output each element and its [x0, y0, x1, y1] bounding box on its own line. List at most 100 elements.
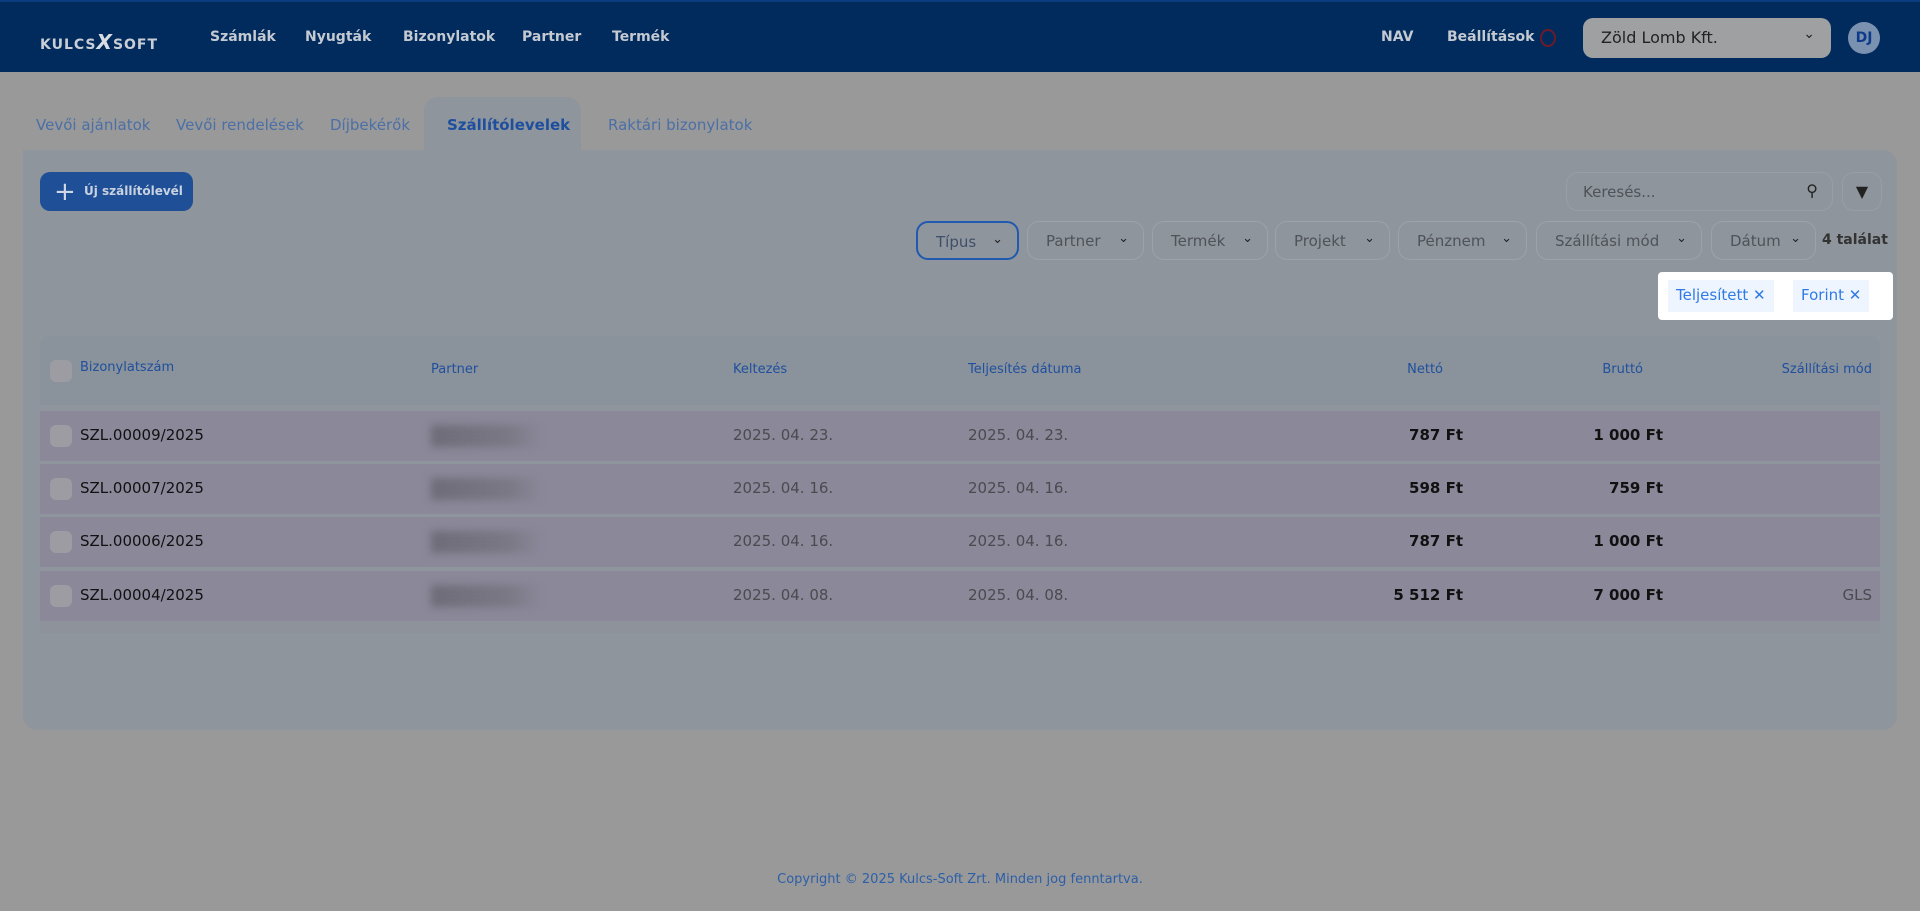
- filter-szallitasi-mod[interactable]: Szállítási mód ⌄: [1536, 221, 1702, 260]
- cell-id[interactable]: SZL.00006/2025: [80, 532, 204, 550]
- col-bizonylatszam[interactable]: Bizonylatszám: [80, 360, 174, 375]
- col-partner[interactable]: Partner: [431, 362, 478, 377]
- cell-fulfil-date: 2025. 04. 08.: [968, 586, 1069, 604]
- company-name: Zöld Lomb Kft.: [1601, 28, 1718, 47]
- cell-date: 2025. 04. 16.: [733, 479, 834, 497]
- table-footer-strip: [40, 621, 1880, 633]
- top-header: KULCSXSOFT Számlák Nyugták Bizonylatok P…: [0, 0, 1920, 72]
- filter-partner[interactable]: Partner ⌄: [1027, 221, 1144, 260]
- cell-net: 598 Ft: [1409, 479, 1463, 497]
- chip-label: Teljesített: [1676, 286, 1749, 304]
- close-icon[interactable]: ✕: [1849, 286, 1862, 304]
- search-icon: ⚲: [1806, 181, 1818, 200]
- company-select[interactable]: Zöld Lomb Kft. ⌄: [1583, 18, 1831, 58]
- filter-label: Termék: [1171, 232, 1226, 250]
- cell-gross: 759 Ft: [1609, 479, 1663, 497]
- cell-gross: 1 000 Ft: [1593, 426, 1663, 444]
- filter-label: Dátum: [1730, 232, 1781, 250]
- cell-net: 787 Ft: [1409, 426, 1463, 444]
- new-delivery-note-button[interactable]: + Új szállítólevél: [40, 172, 193, 211]
- chevron-down-icon: ⌄: [1364, 231, 1375, 246]
- chevron-down-icon: ⌄: [1118, 231, 1129, 246]
- col-szallitasi-mod[interactable]: Szállítási mód: [1730, 362, 1872, 377]
- filter-projekt[interactable]: Projekt ⌄: [1275, 221, 1390, 260]
- chevron-down-icon: ⌄: [1501, 231, 1512, 246]
- row-checkbox[interactable]: [50, 478, 72, 500]
- chevron-down-icon: ⌄: [1242, 231, 1253, 246]
- nav-termek[interactable]: Termék: [612, 29, 669, 45]
- logo-text: SOFT: [112, 37, 159, 53]
- nav-settings[interactable]: Beállítások: [1447, 29, 1534, 45]
- chip-forint[interactable]: Forint ✕: [1793, 280, 1870, 312]
- tab-szallitolevelek[interactable]: Szállítólevelek: [424, 97, 581, 153]
- nav-nav[interactable]: NAV: [1381, 29, 1413, 45]
- filter-datum[interactable]: Dátum ⌄: [1711, 221, 1816, 260]
- active-filter-chips: Teljesített ✕ Forint ✕: [1658, 272, 1893, 320]
- filter-label: Partner: [1046, 232, 1101, 250]
- notification-icon[interactable]: [1540, 29, 1556, 47]
- select-all-checkbox[interactable]: [50, 360, 72, 382]
- cell-id[interactable]: SZL.00009/2025: [80, 426, 204, 444]
- cell-partner-redacted: [431, 478, 541, 500]
- close-icon[interactable]: ✕: [1753, 286, 1766, 304]
- result-count: 4 találat: [1822, 232, 1888, 248]
- tab-vevoi-rendelesek[interactable]: Vevői rendelések: [176, 116, 304, 134]
- cell-date: 2025. 04. 08.: [733, 586, 834, 604]
- tab-raktari-bizonylatok[interactable]: Raktári bizonylatok: [608, 116, 752, 134]
- logo-text: KULCS: [40, 37, 97, 53]
- col-teljesites[interactable]: Teljesítés dátuma: [968, 362, 1082, 377]
- nav-partner[interactable]: Partner: [522, 29, 581, 45]
- chevron-down-icon: ⌄: [992, 232, 1003, 247]
- chevron-down-icon: ⌄: [1790, 231, 1801, 246]
- nav-nyugtak[interactable]: Nyugták: [305, 29, 371, 45]
- filter-tipus[interactable]: Típus ⌄: [916, 221, 1019, 260]
- table-header: Bizonylatszám Partner Keltezés Teljesíté…: [40, 336, 1880, 405]
- row-checkbox[interactable]: [50, 585, 72, 607]
- col-netto[interactable]: Nettó: [1343, 362, 1443, 377]
- logo-mark: X: [96, 30, 113, 54]
- cell-partner-redacted: [431, 425, 541, 447]
- tab-vevoi-ajanlatok[interactable]: Vevői ajánlatok: [36, 116, 150, 134]
- logo[interactable]: KULCSXSOFT: [40, 30, 158, 54]
- cell-partner-redacted: [431, 585, 541, 607]
- avatar[interactable]: DJ: [1848, 22, 1880, 54]
- col-brutto[interactable]: Bruttó: [1543, 362, 1643, 377]
- cell-partner-redacted: [431, 531, 541, 553]
- cell-net: 787 Ft: [1409, 532, 1463, 550]
- cell-id[interactable]: SZL.00004/2025: [80, 586, 204, 604]
- footer-copyright: Copyright © 2025 Kulcs-Soft Zrt. Minden …: [777, 872, 1143, 887]
- cell-id[interactable]: SZL.00007/2025: [80, 479, 204, 497]
- filter-label: Szállítási mód: [1555, 232, 1660, 250]
- filter-label: Pénznem: [1417, 232, 1486, 250]
- filter-button[interactable]: ▼: [1842, 172, 1882, 211]
- tab-dijbekerok[interactable]: Díjbekérők: [330, 116, 410, 134]
- cell-fulfil-date: 2025. 04. 16.: [968, 479, 1069, 497]
- table-row[interactable]: SZL.00004/2025 2025. 04. 08. 2025. 04. 0…: [40, 571, 1880, 621]
- chevron-down-icon: ⌄: [1676, 231, 1687, 246]
- filter-penznem[interactable]: Pénznem ⌄: [1398, 221, 1527, 260]
- plus-icon: +: [54, 177, 76, 207]
- cell-net: 5 512 Ft: [1393, 586, 1463, 604]
- row-checkbox[interactable]: [50, 531, 72, 553]
- col-keltezes[interactable]: Keltezés: [733, 362, 787, 377]
- nav-szamlak[interactable]: Számlák: [210, 29, 276, 45]
- filter-icon: ▼: [1855, 182, 1869, 201]
- table-row[interactable]: SZL.00009/2025 2025. 04. 23. 2025. 04. 2…: [40, 411, 1880, 461]
- filter-termek[interactable]: Termék ⌄: [1152, 221, 1268, 260]
- filter-label: Projekt: [1294, 232, 1346, 250]
- chip-teljesitett[interactable]: Teljesített ✕: [1668, 280, 1774, 312]
- table-row[interactable]: SZL.00006/2025 2025. 04. 16. 2025. 04. 1…: [40, 517, 1880, 567]
- nav-bizonylatok[interactable]: Bizonylatok: [403, 29, 495, 45]
- search-input[interactable]: Keresés... ⚲: [1566, 172, 1833, 211]
- table-row[interactable]: SZL.00007/2025 2025. 04. 16. 2025. 04. 1…: [40, 464, 1880, 514]
- cell-fulfil-date: 2025. 04. 23.: [968, 426, 1069, 444]
- cell-gross: 7 000 Ft: [1593, 586, 1663, 604]
- button-label: Új szállítólevél: [84, 184, 183, 198]
- filter-label: Típus: [936, 233, 977, 251]
- cell-gross: 1 000 Ft: [1593, 532, 1663, 550]
- search-placeholder: Keresés...: [1583, 183, 1656, 201]
- chevron-down-icon: ⌄: [1803, 26, 1815, 42]
- row-checkbox[interactable]: [50, 425, 72, 447]
- cell-fulfil-date: 2025. 04. 16.: [968, 532, 1069, 550]
- cell-date: 2025. 04. 16.: [733, 532, 834, 550]
